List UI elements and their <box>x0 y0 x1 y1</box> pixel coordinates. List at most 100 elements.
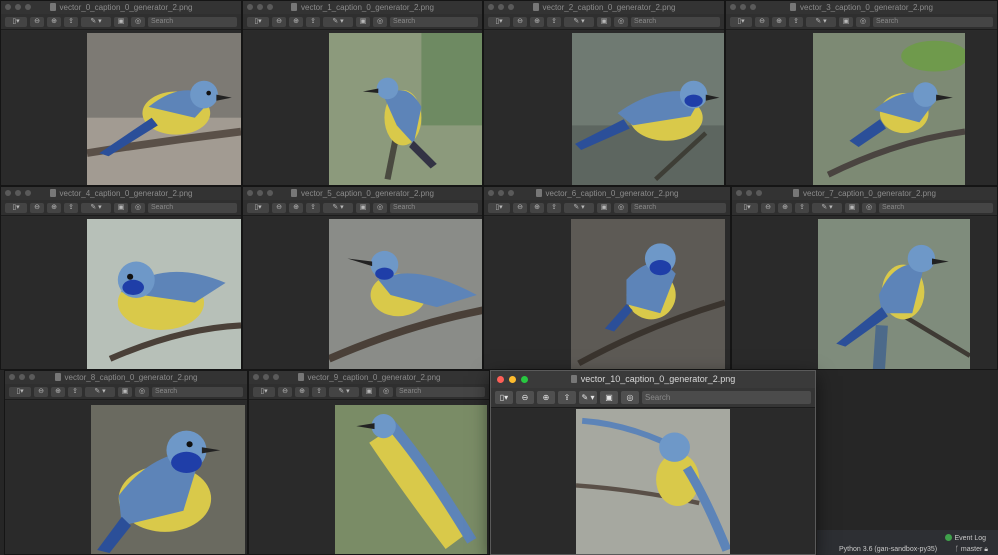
zoom-in-button[interactable]: ⊕ <box>530 16 544 27</box>
markup-pen-button[interactable]: ✎ ▾ <box>85 386 115 397</box>
zoom-out-button[interactable]: ⊖ <box>516 391 534 404</box>
git-branch[interactable]: ᚴ master 🔒︎ <box>955 546 988 554</box>
search-field[interactable]: Search <box>873 16 993 27</box>
markup-pen-button[interactable]: ✎ ▾ <box>812 202 842 213</box>
minimize-button[interactable] <box>498 4 504 10</box>
preview-window-6[interactable]: vector_6_caption_0_generator_2.png ▯▾ ⊖ … <box>483 186 731 370</box>
zoom-button[interactable] <box>273 374 279 380</box>
minimize-button[interactable] <box>15 190 21 196</box>
share-button[interactable]: ⇪ <box>306 16 320 27</box>
preview-window-5[interactable]: vector_5_caption_0_generator_2.png ▯▾ ⊖ … <box>242 186 483 370</box>
zoom-in-button[interactable]: ⊕ <box>295 386 309 397</box>
zoom-out-button[interactable]: ⊖ <box>30 202 44 213</box>
preview-window-3[interactable]: vector_3_caption_0_generator_2.png ▯▾ ⊖ … <box>725 0 998 186</box>
preview-window-9[interactable]: vector_9_caption_0_generator_2.png ▯▾ ⊖ … <box>248 370 490 555</box>
minimize-button[interactable] <box>15 4 21 10</box>
minimize-button[interactable] <box>19 374 25 380</box>
lock-button[interactable]: ▣ <box>356 202 370 213</box>
markup-pen-button[interactable]: ✎ ▾ <box>564 16 594 27</box>
annotate-button[interactable]: ◎ <box>621 391 639 404</box>
close-button[interactable] <box>9 374 15 380</box>
sidebar-toggle-button[interactable]: ▯▾ <box>488 202 510 213</box>
sidebar-toggle-button[interactable]: ▯▾ <box>253 386 275 397</box>
zoom-button[interactable] <box>267 190 273 196</box>
close-button[interactable] <box>497 376 504 383</box>
preview-window-7[interactable]: vector_7_caption_0_generator_2.png ▯▾ ⊖ … <box>731 186 998 370</box>
search-field[interactable]: Search <box>390 202 478 213</box>
markup-pen-button[interactable]: ✎ ▾ <box>81 202 111 213</box>
event-log-button[interactable]: Event Log <box>945 534 986 542</box>
lock-button[interactable]: ▣ <box>839 16 853 27</box>
zoom-in-button[interactable]: ⊕ <box>772 16 786 27</box>
window-titlebar[interactable]: vector_6_caption_0_generator_2.png <box>484 187 730 200</box>
window-titlebar[interactable]: vector_10_caption_0_generator_2.png <box>491 371 815 388</box>
search-field[interactable]: Search <box>152 386 243 397</box>
preview-window-1[interactable]: vector_1_caption_0_generator_2.png ▯▾ ⊖ … <box>242 0 483 186</box>
lock-button[interactable]: ▣ <box>600 391 618 404</box>
window-titlebar[interactable]: vector_7_caption_0_generator_2.png <box>732 187 997 200</box>
window-titlebar[interactable]: vector_4_caption_0_generator_2.png <box>1 187 241 200</box>
sidebar-toggle-button[interactable]: ▯▾ <box>9 386 31 397</box>
sidebar-toggle-button[interactable]: ▯▾ <box>5 202 27 213</box>
window-titlebar[interactable]: vector_9_caption_0_generator_2.png <box>249 371 489 384</box>
minimize-button[interactable] <box>257 4 263 10</box>
lock-button[interactable]: ▣ <box>114 16 128 27</box>
sidebar-toggle-button[interactable]: ▯▾ <box>247 16 269 27</box>
search-field[interactable]: Search <box>631 202 726 213</box>
zoom-in-button[interactable]: ⊕ <box>537 391 555 404</box>
annotate-button[interactable]: ◎ <box>862 202 876 213</box>
markup-pen-button[interactable]: ✎ ▾ <box>323 16 353 27</box>
close-button[interactable] <box>488 4 494 10</box>
minimize-button[interactable] <box>740 4 746 10</box>
window-titlebar[interactable]: vector_3_caption_0_generator_2.png <box>726 1 997 14</box>
markup-pen-button[interactable]: ✎ ▾ <box>81 16 111 27</box>
close-button[interactable] <box>5 190 11 196</box>
zoom-out-button[interactable]: ⊖ <box>755 16 769 27</box>
sidebar-toggle-button[interactable]: ▯▾ <box>5 16 27 27</box>
zoom-in-button[interactable]: ⊕ <box>47 16 61 27</box>
close-button[interactable] <box>253 374 259 380</box>
lock-button[interactable]: ▣ <box>597 16 611 27</box>
minimize-button[interactable] <box>509 376 516 383</box>
zoom-in-button[interactable]: ⊕ <box>289 202 303 213</box>
share-button[interactable]: ⇪ <box>68 386 82 397</box>
search-field[interactable]: Search <box>879 202 993 213</box>
lock-button[interactable]: ▣ <box>118 386 132 397</box>
zoom-out-button[interactable]: ⊖ <box>513 202 527 213</box>
minimize-button[interactable] <box>257 190 263 196</box>
window-titlebar[interactable]: vector_1_caption_0_generator_2.png <box>243 1 482 14</box>
close-button[interactable] <box>736 190 742 196</box>
preview-window-10[interactable]: vector_10_caption_0_generator_2.png ▯▾ ⊖… <box>490 370 816 555</box>
search-field[interactable]: Search <box>390 16 478 27</box>
markup-pen-button[interactable]: ✎ ▾ <box>329 386 359 397</box>
search-field[interactable]: Search <box>148 202 237 213</box>
close-button[interactable] <box>5 4 11 10</box>
zoom-in-button[interactable]: ⊕ <box>778 202 792 213</box>
markup-pen-button[interactable]: ✎ ▾ <box>579 391 597 404</box>
zoom-in-button[interactable]: ⊕ <box>51 386 65 397</box>
zoom-in-button[interactable]: ⊕ <box>289 16 303 27</box>
annotate-button[interactable]: ◎ <box>131 16 145 27</box>
share-button[interactable]: ⇪ <box>64 202 78 213</box>
sidebar-toggle-button[interactable]: ▯▾ <box>488 16 510 27</box>
zoom-out-button[interactable]: ⊖ <box>34 386 48 397</box>
search-field[interactable]: Search <box>396 386 485 397</box>
sidebar-toggle-button[interactable]: ▯▾ <box>495 391 513 404</box>
zoom-button[interactable] <box>267 4 273 10</box>
sidebar-toggle-button[interactable]: ▯▾ <box>730 16 752 27</box>
search-field[interactable]: Search <box>631 16 720 27</box>
zoom-out-button[interactable]: ⊖ <box>513 16 527 27</box>
lock-button[interactable]: ▣ <box>845 202 859 213</box>
python-interpreter[interactable]: Python 3.6 (gan-sandbox-py35) <box>839 546 937 553</box>
zoom-out-button[interactable]: ⊖ <box>761 202 775 213</box>
zoom-button[interactable] <box>750 4 756 10</box>
zoom-button[interactable] <box>521 376 528 383</box>
search-field[interactable]: Search <box>148 16 237 27</box>
close-button[interactable] <box>488 190 494 196</box>
sidebar-toggle-button[interactable]: ▯▾ <box>247 202 269 213</box>
preview-window-0[interactable]: vector_0_caption_0_generator_2.png ▯▾ ⊖ … <box>0 0 242 186</box>
share-button[interactable]: ⇪ <box>795 202 809 213</box>
zoom-in-button[interactable]: ⊕ <box>530 202 544 213</box>
lock-button[interactable]: ▣ <box>356 16 370 27</box>
annotate-button[interactable]: ◎ <box>373 202 387 213</box>
